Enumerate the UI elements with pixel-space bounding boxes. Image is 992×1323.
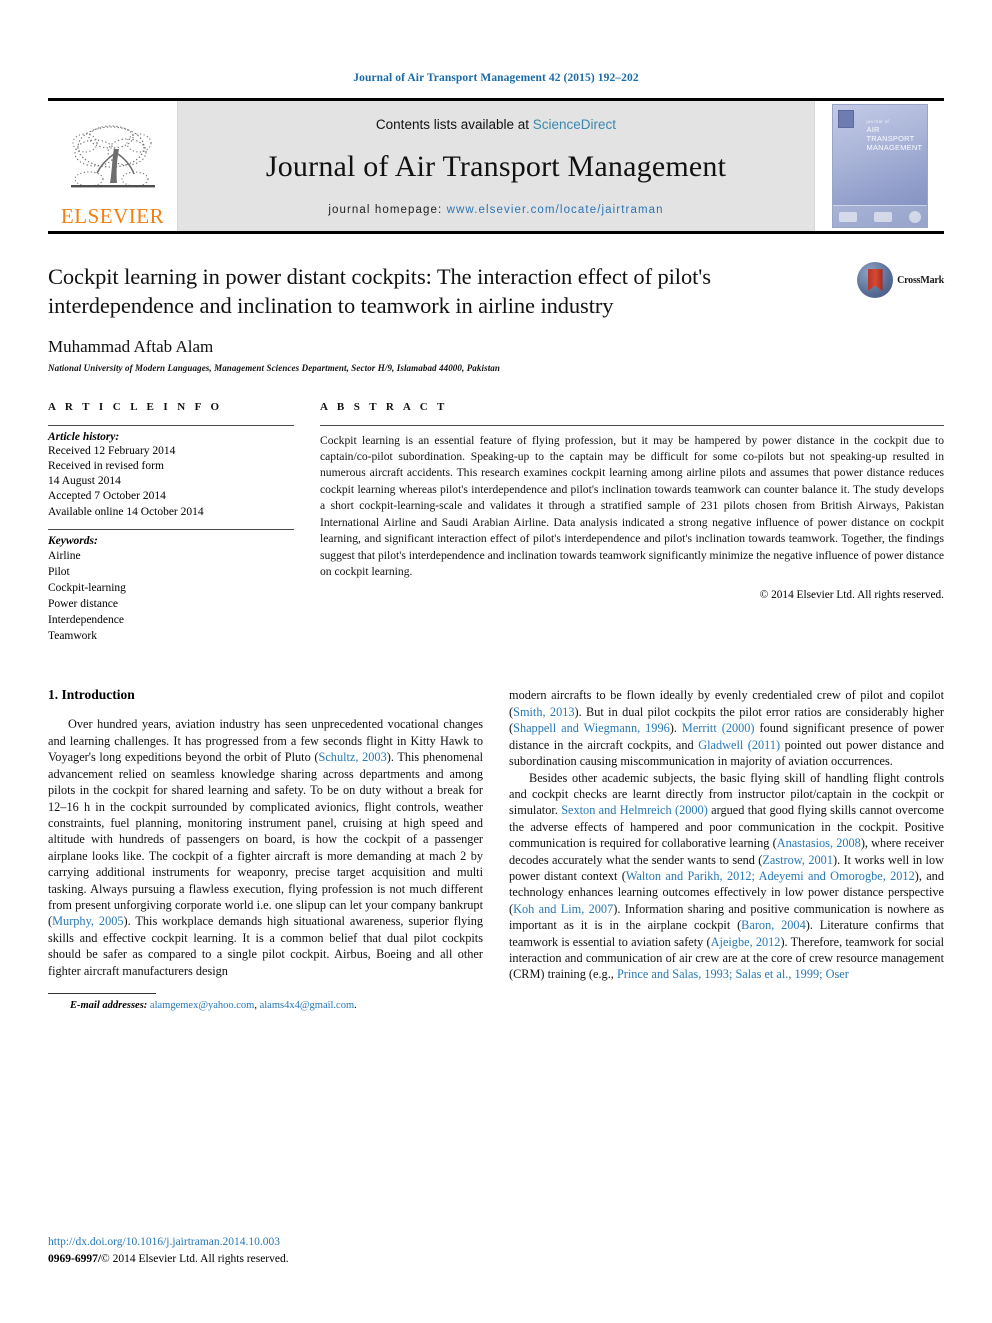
author-name: Muhammad Aftab Alam — [48, 336, 214, 356]
citation-link[interactable]: Ajeigbe, 2012 — [711, 935, 781, 949]
cover-image: journal of AIR TRANSPORT MANAGEMENT — [831, 104, 928, 228]
citation-link[interactable]: Smith, 2013 — [513, 705, 574, 719]
author-affiliation: National University of Modern Languages,… — [48, 362, 501, 373]
body-column-right: modern aircrafts to be flown ideally by … — [509, 687, 944, 1011]
page-footer: http://dx.doi.org/10.1016/j.jairtraman.2… — [48, 1234, 289, 1267]
keyword-item: Power distance — [48, 598, 118, 611]
issn-prefix: 0969-6997/ — [48, 1252, 102, 1265]
paragraph-intro-right-1: modern aircrafts to be flown ideally by … — [509, 687, 944, 769]
footnote-email-line: E-mail addresses: alamgemex@yahoo.com, a… — [48, 1000, 483, 1011]
para-text: ). — [669, 721, 682, 736]
sciencedirect-link[interactable]: ScienceDirect — [533, 117, 616, 132]
title-block: Cockpit learning in power distant cockpi… — [48, 262, 944, 373]
keyword-item: Teamwork — [48, 630, 98, 643]
homepage-url-link[interactable]: www.elsevier.com/locate/jairtraman — [447, 204, 664, 216]
history-item: Received in revised form — [48, 459, 164, 472]
contents-available-line: Contents lists available at ScienceDirec… — [376, 117, 616, 132]
contents-prefix: Contents lists available at — [375, 116, 530, 132]
running-head: Journal of Air Transport Management 42 (… — [353, 72, 639, 84]
article-page: Journal of Air Transport Management 42 (… — [0, 0, 992, 1323]
footnote-trailing: . — [354, 999, 357, 1011]
history-item: Accepted 7 October 2014 — [48, 490, 166, 503]
history-item: Available online 14 October 2014 — [48, 505, 204, 518]
cover-logo-a — [838, 212, 857, 222]
citation-link[interactable]: Anastasios, 2008 — [777, 836, 861, 850]
journal-homepage-line: journal homepage: www.elsevier.com/locat… — [328, 204, 663, 216]
section-heading-introduction: 1. Introduction — [48, 687, 135, 703]
elsevier-tree-icon — [70, 125, 155, 188]
keyword-item: Pilot — [48, 566, 70, 578]
citation-link[interactable]: Koh and Lim, 2007 — [513, 902, 613, 916]
doi-link[interactable]: http://dx.doi.org/10.1016/j.jairtraman.2… — [48, 1234, 289, 1250]
paragraph-intro-right-2: Besides other academic subjects, the bas… — [509, 770, 944, 983]
issn-line: 0969-6997/© 2014 Elsevier Ltd. All right… — [48, 1253, 289, 1265]
crossmark-book-shape — [867, 269, 883, 291]
elsevier-wordmark: ELSEVIER — [60, 204, 165, 228]
cover-title-line1: AIR TRANSPORT — [866, 124, 915, 143]
history-item: 14 August 2014 — [48, 475, 121, 488]
keywords-label: Keywords: — [48, 534, 98, 547]
email-link-2[interactable]: alams4x4@gmail.com — [260, 1000, 355, 1011]
para-text: ). This phenomenal advancement relied on… — [48, 750, 483, 929]
cover-title-line2: MANAGEMENT — [866, 143, 923, 153]
crossmark-label: CrossMark — [897, 274, 944, 286]
citation-link[interactable]: Zastrow, 2001 — [762, 853, 833, 867]
keyword-item: Airline — [48, 549, 81, 562]
citation-link[interactable]: Baron, 2004 — [741, 918, 806, 932]
cover-logo-c — [908, 211, 921, 223]
crossmark-icon — [857, 262, 894, 298]
cover-logo-row — [838, 211, 921, 223]
article-info-column: A R T I C L E I N F O Article history: R… — [48, 401, 294, 654]
keywords-group: Keywords: Airline Pilot Cockpit-learning… — [48, 530, 294, 654]
abstract-text: Cockpit learning is an essential feature… — [320, 433, 944, 579]
body-column-left: 1. Introduction Over hundred years, avia… — [48, 687, 483, 1011]
footnote-block: E-mail addresses: alamgemex@yahoo.com, a… — [48, 992, 483, 1011]
footnote-label: E-mail addresses: — [70, 999, 148, 1011]
citation-link[interactable]: Walton and Parikh, 2012; Adeyemi and Omo… — [626, 869, 915, 883]
paragraph-intro-left: Over hundred years, aviation industry ha… — [48, 716, 483, 979]
citation-link[interactable]: Murphy, 2005 — [52, 914, 123, 928]
crossmark-badge[interactable]: CrossMark — [857, 262, 944, 298]
citation-link[interactable]: Sexton and Helmreich (2000) — [561, 803, 708, 817]
citation-link[interactable]: Prince and Salas, 1993; Salas et al., 19… — [617, 967, 849, 981]
elsevier-logo: ELSEVIER — [48, 101, 178, 231]
footnote-rule — [48, 992, 156, 994]
journal-title: Journal of Air Transport Management — [265, 149, 727, 183]
page-title: Cockpit learning in power distant cockpi… — [48, 264, 711, 319]
homepage-prefix: journal homepage: — [328, 203, 443, 216]
article-info-heading: A R T I C L E I N F O — [48, 400, 223, 413]
cover-title-small: journal of — [866, 119, 890, 124]
abstract-copyright: © 2014 Elsevier Ltd. All rights reserved… — [759, 588, 944, 601]
cover-logo-b — [873, 212, 892, 222]
info-abstract-region: A R T I C L E I N F O Article history: R… — [48, 401, 944, 654]
keyword-item: Interdependence — [48, 614, 124, 627]
abstract-column: A B S T R A C T Cockpit learning is an e… — [320, 401, 944, 654]
cover-title-text: journal of AIR TRANSPORT MANAGEMENT — [866, 119, 923, 153]
journal-cover-thumbnail[interactable]: journal of AIR TRANSPORT MANAGEMENT — [814, 101, 944, 231]
cover-elsevier-badge — [837, 110, 854, 128]
citation-link[interactable]: Shappell and Wiegmann, 1996 — [513, 721, 670, 735]
article-history-label: Article history: — [48, 430, 120, 443]
citation-link[interactable]: Merritt (2000) — [682, 721, 755, 735]
email-link-1[interactable]: alamgemex@yahoo.com — [150, 1000, 254, 1011]
citation-link[interactable]: Gladwell (2011) — [698, 738, 780, 752]
keyword-item: Cockpit-learning — [48, 582, 126, 595]
citation-link[interactable]: Schultz, 2003 — [319, 750, 387, 764]
article-history-group: Article history: Received 12 February 20… — [48, 426, 294, 529]
masthead-center: Contents lists available at ScienceDirec… — [178, 101, 814, 231]
body-columns: 1. Introduction Over hundred years, avia… — [48, 687, 944, 1011]
journal-masthead: ELSEVIER Contents lists available at Sci… — [48, 98, 944, 234]
abstract-heading: A B S T R A C T — [320, 400, 448, 413]
history-item: Received 12 February 2014 — [48, 444, 176, 457]
issn-copyright: © 2014 Elsevier Ltd. All rights reserved… — [101, 1252, 289, 1265]
